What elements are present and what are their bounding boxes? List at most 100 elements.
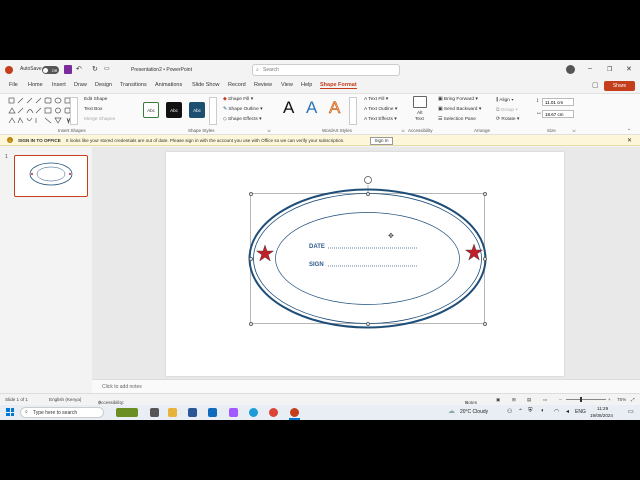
shape-styles-launcher-icon[interactable]: ⇲ — [267, 128, 270, 133]
comments-icon[interactable]: ▢ — [592, 81, 599, 89]
zoom-slider[interactable] — [566, 399, 606, 400]
resize-handle-tr[interactable] — [482, 191, 487, 196]
tab-review[interactable]: Review — [254, 82, 272, 88]
store-icon[interactable] — [188, 408, 197, 417]
bring-forward-button[interactable]: ▣ Bring Forward ▾ — [438, 97, 478, 102]
close-info-icon[interactable]: ✕ — [627, 137, 632, 144]
shapes-scroll[interactable] — [70, 97, 78, 125]
group-button[interactable]: ⧉ Group ▾ — [496, 107, 517, 113]
clock-date[interactable]: 19/08/2024 — [590, 413, 613, 418]
tab-shape-format[interactable]: Shape Format — [320, 82, 357, 89]
badge-shape[interactable]: ✥ — [166, 152, 564, 376]
presenter-icon[interactable]: ▭ — [104, 65, 110, 72]
slide-thumbnail[interactable] — [14, 155, 88, 197]
tab-insert[interactable]: Insert — [52, 82, 66, 88]
tab-transitions[interactable]: Transitions — [120, 82, 147, 88]
send-backward-button[interactable]: ▣ Send Backward ▾ — [438, 107, 481, 112]
resize-handle-mr[interactable] — [482, 256, 487, 261]
undo-icon[interactable]: ↶ — [76, 65, 82, 73]
input-language[interactable]: ENG — [575, 409, 586, 415]
shape-fill-button[interactable]: ◆ Shape Fill ▾ — [223, 97, 253, 102]
resize-handle-tl[interactable] — [248, 191, 253, 196]
copilot-icon[interactable] — [229, 408, 238, 417]
resize-handle-br[interactable] — [482, 321, 487, 326]
text-outline-button[interactable]: A Text Outline ▾ — [364, 107, 397, 112]
task-view-icon[interactable] — [150, 408, 159, 417]
file-explorer-icon[interactable] — [168, 408, 177, 417]
wordart-scroll[interactable] — [349, 97, 357, 125]
normal-view-icon[interactable]: ▣ — [496, 397, 500, 403]
slideshow-icon[interactable]: ▭ — [543, 397, 547, 403]
rotate-handle-icon[interactable] — [364, 176, 372, 184]
edge-icon[interactable] — [249, 408, 258, 417]
redo-icon[interactable]: ↻ — [92, 65, 98, 73]
rotate-button[interactable]: ⟳ Rotate ▾ — [496, 117, 519, 122]
reading-view-icon[interactable]: ▤ — [527, 397, 531, 403]
tab-file[interactable]: File — [9, 82, 18, 88]
shape-effects-button[interactable]: ◇ Shape Effects ▾ — [223, 117, 262, 122]
fit-slide-icon[interactable]: ⤢ — [631, 397, 635, 402]
selection-pane-button[interactable]: ☰ Selection Pane — [438, 117, 476, 122]
save-icon[interactable] — [64, 65, 72, 74]
tab-help[interactable]: Help — [301, 82, 312, 88]
zoom-in-icon[interactable]: + — [608, 397, 611, 402]
restore-icon[interactable]: ❐ — [607, 66, 612, 73]
zoom-out-icon[interactable]: − — [559, 397, 562, 402]
resize-handle-bc[interactable] — [366, 321, 370, 326]
notifications-icon[interactable]: ▭ — [628, 408, 634, 415]
alt-text-label-1[interactable]: Alt — [417, 111, 423, 116]
shapes-gallery-icon[interactable] — [8, 97, 72, 125]
wifi-icon[interactable]: ◠ — [554, 408, 559, 415]
search-box[interactable]: ⌕ Search — [252, 64, 400, 76]
slide-sorter-icon[interactable]: ⊞ — [512, 397, 516, 403]
wordart-style-1[interactable]: A — [283, 98, 294, 118]
tab-animations[interactable]: Animations — [155, 82, 182, 88]
tab-home[interactable]: Home — [28, 82, 43, 88]
powerpoint-taskbar-icon[interactable] — [290, 408, 299, 417]
security-icon[interactable]: ⛨ — [528, 408, 533, 415]
people-icon[interactable]: ⚇ — [507, 408, 512, 415]
align-button[interactable]: ⫼ Align ▾ — [496, 97, 514, 103]
avatar[interactable] — [566, 65, 575, 74]
weather-text[interactable]: 20°C Cloudy — [460, 409, 488, 415]
shape-width-input[interactable]: 18.67 cm — [542, 110, 574, 118]
wordart-style-3[interactable]: A — [329, 98, 341, 118]
resize-handle-bl[interactable] — [248, 321, 253, 326]
taskbar-search[interactable]: ⌕ Type here to search — [20, 407, 104, 418]
edit-shape-button[interactable]: Edit Shape — [84, 97, 107, 102]
text-effects-button[interactable]: A Text Effects ▾ — [364, 117, 397, 122]
tab-slide-show[interactable]: Slide Show — [192, 82, 220, 88]
alt-text-icon[interactable] — [413, 96, 427, 108]
shape-style-2[interactable]: Abc — [166, 102, 182, 118]
zoom-slider-thumb[interactable] — [580, 397, 582, 402]
news-widget-icon[interactable] — [116, 408, 138, 417]
tab-view[interactable]: View — [281, 82, 293, 88]
size-launcher-icon[interactable]: ⇲ — [572, 128, 575, 133]
minimize-icon[interactable]: – — [588, 65, 592, 72]
shape-height-input[interactable]: 11.01 cm — [542, 98, 574, 106]
windows-start-icon[interactable] — [6, 408, 14, 416]
wordart-launcher-icon[interactable]: ⇲ — [401, 128, 404, 133]
chrome-icon[interactable] — [269, 408, 278, 417]
outlook-icon[interactable] — [208, 408, 217, 417]
text-box-button[interactable]: Text Box — [84, 107, 102, 112]
resize-handle-tc[interactable] — [366, 191, 370, 196]
merge-shapes-button[interactable]: Merge Shapes — [84, 117, 115, 122]
text-fill-button[interactable]: A Text Fill ▾ — [364, 97, 388, 102]
tab-draw[interactable]: Draw — [74, 82, 87, 88]
tab-record[interactable]: Record — [228, 82, 246, 88]
share-button[interactable]: Share — [604, 81, 635, 91]
shape-style-3[interactable]: Abc — [189, 102, 205, 118]
zoom-level[interactable]: 75% — [617, 397, 626, 402]
system-tray-icon[interactable]: ⌃ — [518, 408, 523, 415]
alt-text-label-2[interactable]: Text — [415, 117, 424, 122]
tab-design[interactable]: Design — [95, 82, 112, 88]
volume-icon[interactable]: ◂ — [566, 408, 569, 415]
notes-pane[interactable]: Click to add notes — [92, 379, 640, 393]
slide-canvas[interactable]: ✥ DATE SIGN — [166, 152, 564, 376]
resize-handle-ml[interactable] — [248, 256, 253, 261]
network-icon[interactable]: ◐ — [541, 408, 545, 414]
close-icon[interactable]: ✕ — [626, 65, 632, 73]
shape-outline-button[interactable]: ✎ Shape Outline ▾ — [223, 107, 263, 112]
sign-in-button[interactable]: Sign In — [370, 136, 393, 145]
